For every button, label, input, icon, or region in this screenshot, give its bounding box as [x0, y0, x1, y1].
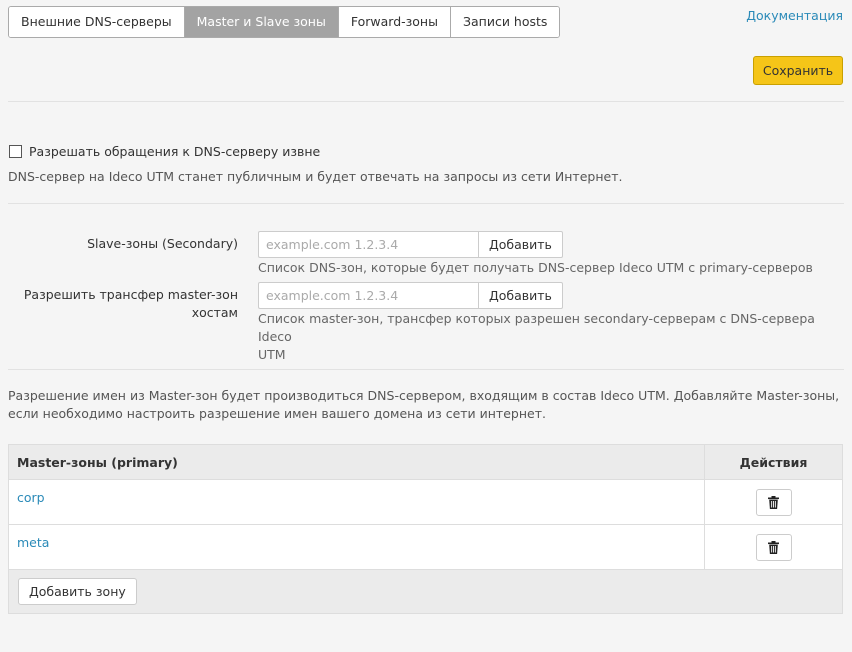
actions-cell — [705, 525, 842, 569]
trash-icon — [768, 540, 779, 554]
tab-master-slave-zones[interactable]: Master и Slave зоны — [184, 7, 339, 37]
slave-zones-add-button[interactable]: Добавить — [478, 231, 563, 258]
master-zones-table: Master-зоны (primary) Действия corp meta — [8, 444, 843, 614]
delete-zone-button[interactable] — [755, 533, 792, 561]
zone-link[interactable]: corp — [17, 490, 45, 505]
save-button[interactable]: Сохранить — [753, 56, 843, 85]
table-row: meta — [9, 525, 842, 570]
master-zones-info: Разрешение имен из Master-зон будет прои… — [8, 388, 840, 421]
table-row: corp — [9, 480, 842, 525]
transfer-label-line1: Разрешить трансфер master-зон — [23, 287, 238, 302]
transfer-input[interactable] — [258, 282, 478, 309]
table-header: Master-зоны (primary) Действия — [9, 445, 842, 480]
transfer-input-group: Добавить — [258, 282, 563, 309]
trash-icon — [768, 495, 779, 509]
column-header-actions: Действия — [739, 455, 808, 470]
transfer-label: Разрешить трансфер master-зон хостам — [24, 286, 238, 322]
slave-zones-input[interactable] — [258, 231, 478, 258]
slave-zones-input-group: Добавить — [258, 231, 563, 258]
transfer-help: Список master-зон, трансфер которых разр… — [258, 310, 852, 364]
tab-bar: Внешние DNS-серверы Master и Slave зоны … — [8, 6, 561, 38]
zone-name-cell: corp — [9, 480, 705, 524]
tab-external-dns[interactable]: Внешние DNS-серверы — [9, 7, 185, 37]
divider — [8, 369, 844, 370]
transfer-add-button[interactable]: Добавить — [478, 282, 563, 309]
zone-name-cell: meta — [9, 525, 705, 569]
delete-zone-button[interactable] — [755, 488, 792, 516]
actions-cell — [705, 480, 842, 524]
external-access-help: DNS-сервер на Ideco UTM станет публичным… — [8, 169, 623, 184]
external-access-checkbox[interactable] — [9, 145, 22, 158]
slave-zones-help: Список DNS-зон, которые будет получать D… — [258, 260, 813, 275]
external-access-label: Разрешать обращения к DNS-серверу извне — [29, 144, 321, 159]
divider — [8, 203, 844, 204]
column-header-name: Master-зоны (primary) — [9, 445, 705, 479]
transfer-label-line2: хостам — [191, 305, 238, 320]
transfer-help-line2: UTM — [258, 347, 286, 362]
zone-link[interactable]: meta — [17, 535, 49, 550]
tab-forward-zones[interactable]: Forward-зоны — [338, 7, 451, 37]
tab-hosts-records[interactable]: Записи hosts — [450, 7, 560, 37]
table-footer: Добавить зону — [9, 570, 842, 613]
external-access-row: Разрешать обращения к DNS-серверу извне — [8, 144, 320, 159]
documentation-link[interactable]: Документация — [746, 8, 843, 23]
slave-zones-label: Slave-зоны (Secondary) — [87, 236, 238, 251]
divider — [8, 101, 844, 102]
transfer-help-line1: Список master-зон, трансфер которых разр… — [258, 311, 815, 344]
add-zone-button[interactable]: Добавить зону — [18, 578, 137, 605]
